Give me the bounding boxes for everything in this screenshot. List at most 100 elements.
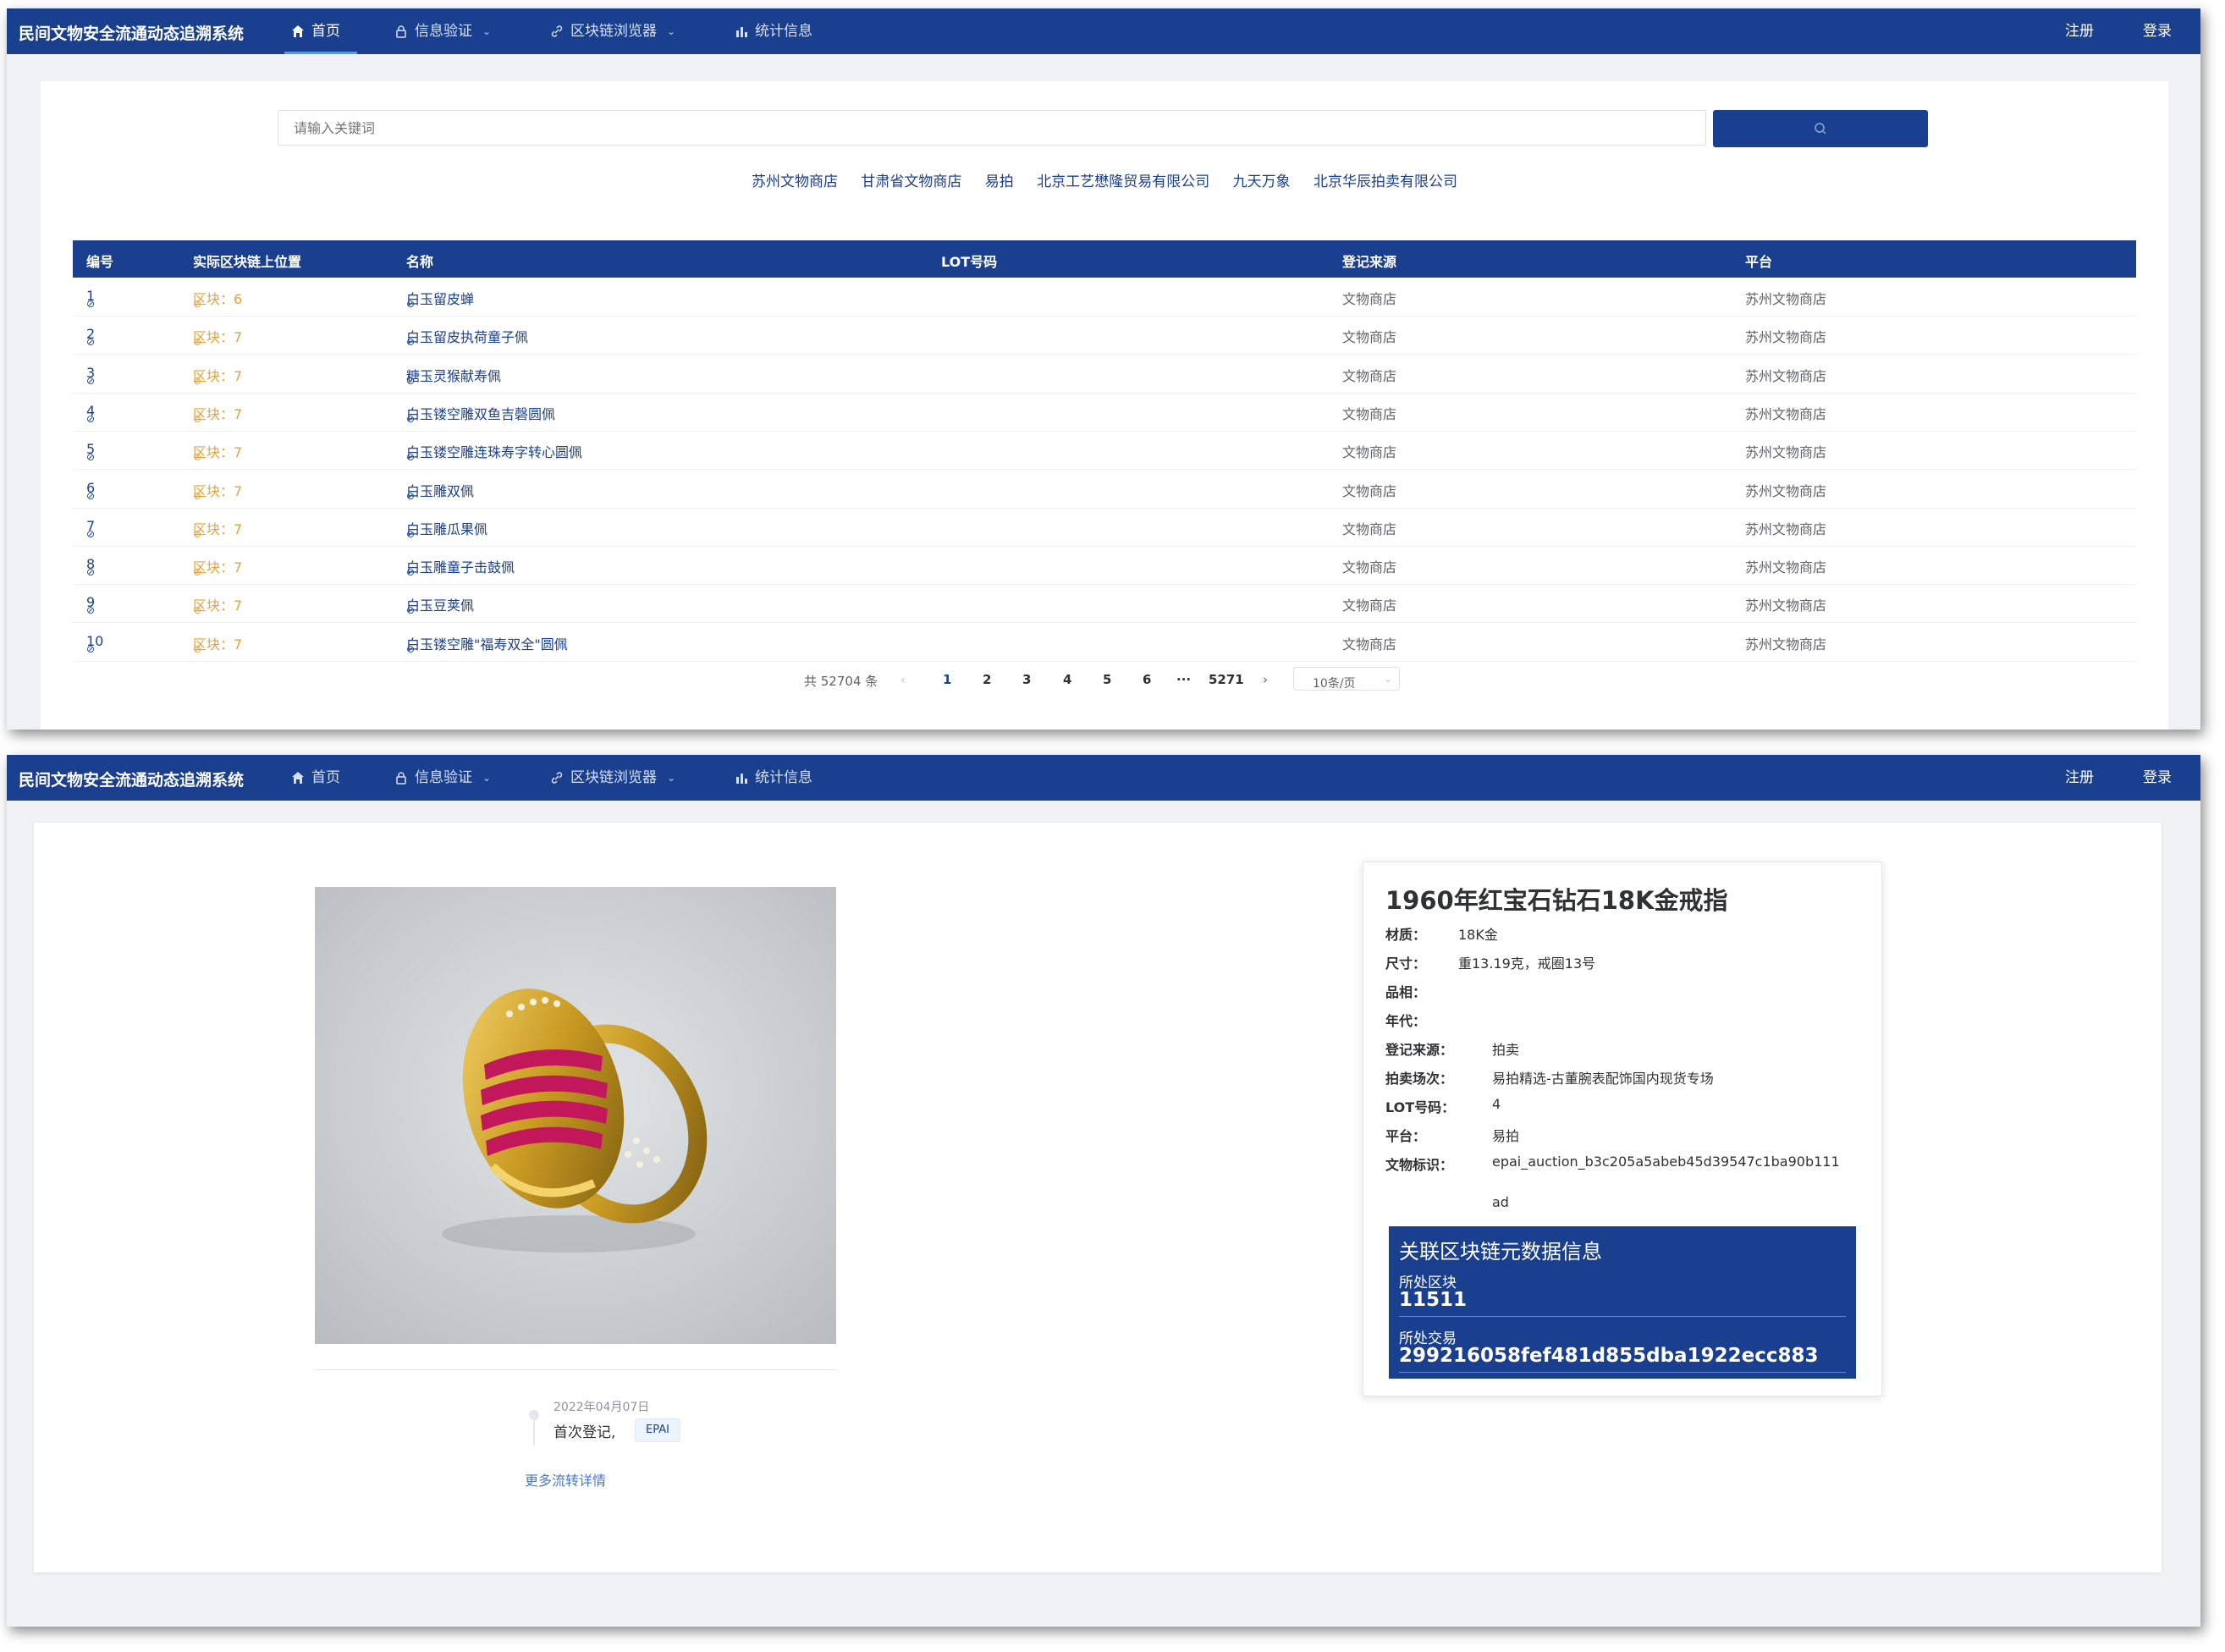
pagination: 共 52704 条 ‹ 1 2 3 4 5 6 ··· 5271 › 10条/页… [41, 667, 2168, 692]
page-ellipsis[interactable]: ··· [1176, 672, 1191, 687]
row-id-link[interactable]: ⊘ 5 [86, 441, 95, 463]
row-block-link[interactable]: ⊘ 区块：7 [193, 633, 242, 655]
row-id-link[interactable]: ⊘ 1 [86, 288, 95, 310]
nav-blockchain-browser[interactable]: 区块链浏览器 ⌄ [550, 8, 675, 54]
search-button[interactable] [1713, 110, 1928, 147]
row-platform: 苏州文物商店 [1745, 480, 1826, 500]
row-id-link[interactable]: ⊘ 6 [86, 480, 95, 502]
nav-statistics[interactable]: 统计信息 [735, 8, 812, 54]
row-id-link[interactable]: ⊘ 3 [86, 365, 95, 387]
row-block-link[interactable]: ⊘ 区块：7 [193, 594, 242, 616]
row-name-link[interactable]: ⊘ 白玉豆荚佩 [406, 594, 474, 616]
nav-blockchain-browser[interactable]: 区块链浏览器 ⌄ [550, 755, 675, 801]
nav-verify[interactable]: 信息验证 ⌄ [394, 8, 491, 54]
row-block-link[interactable]: ⊘ 区块：7 [193, 365, 242, 387]
quick-link[interactable]: 苏州文物商店 [752, 173, 838, 190]
row-platform: 苏州文物商店 [1745, 556, 1826, 576]
link-icon: ⊘ [406, 412, 416, 425]
quick-link[interactable]: 甘肃省文物商店 [861, 173, 961, 190]
row-id-link[interactable]: ⊘ 2 [86, 326, 95, 348]
info-field: 拍卖场次： 易拍精选-古董腕表配饰国内现货专场 [1385, 1067, 1714, 1088]
info-field-label: 登记来源： [1385, 1042, 1454, 1058]
row-platform: 苏州文物商店 [1745, 403, 1826, 423]
brand-title: 民间文物安全流通动态追溯系统 [19, 25, 245, 43]
link-icon: ⊘ [86, 642, 96, 655]
nav-home[interactable]: 首页 [291, 755, 340, 801]
row-block-link[interactable]: ⊘ 区块：7 [193, 403, 242, 425]
page-number[interactable]: 5 [1103, 672, 1111, 687]
table-row: ⊘ 5 ⊘ 区块：7 ⊘ 白玉镂空雕连珠寿字转心圆佩 文物商店 苏州文物商店 [73, 431, 2136, 471]
row-block-link[interactable]: ⊘ 区块：7 [193, 518, 242, 540]
link-icon [551, 25, 563, 37]
link-icon: ⊘ [86, 489, 96, 502]
register-link[interactable]: 注册 [2065, 8, 2094, 54]
row-block-link[interactable]: ⊘ 区块：6 [193, 288, 242, 310]
row-name-link-text: 白玉镂空雕"福寿双全"圆佩 [406, 636, 568, 653]
row-name-link[interactable]: ⊘ 白玉镂空雕双鱼吉磬圆佩 [406, 403, 555, 425]
row-platform-text: 苏州文物商店 [1745, 291, 1827, 307]
page-size-select[interactable]: 10条/页 ⌄ [1293, 667, 1400, 691]
row-id-link[interactable]: ⊘ 7 [86, 518, 95, 540]
info-field-value: 重13.19克，戒圈13号 [1458, 955, 1596, 972]
row-block-link[interactable]: ⊘ 区块：7 [193, 326, 242, 348]
row-block-link[interactable]: ⊘ 区块：7 [193, 480, 242, 502]
row-name-link-text: 白玉镂空雕连珠寿字转心圆佩 [406, 444, 583, 461]
transaction-value: 299216058fef481d855dba1922ecc883 [1399, 1345, 1819, 1367]
quick-link[interactable]: 北京华辰拍卖有限公司 [1314, 173, 1457, 190]
info-field-label: 拍卖场次： [1385, 1071, 1454, 1087]
nav-verify[interactable]: 信息验证 ⌄ [394, 755, 491, 801]
link-icon: ⊘ [86, 336, 96, 349]
page-number[interactable]: 1 [943, 672, 951, 687]
quick-link[interactable]: 九天万象 [1233, 173, 1291, 190]
login-link[interactable]: 登录 [2143, 755, 2172, 801]
row-id-link[interactable]: ⊘ 10 [86, 633, 103, 655]
row-name-link[interactable]: ⊘ 糖玉灵猴献寿佩 [406, 365, 501, 387]
search-input[interactable] [278, 110, 1706, 146]
table-row: ⊘ 8 ⊘ 区块：7 ⊘ 白玉雕童子击鼓佩 文物商店 苏州文物商店 [73, 546, 2136, 586]
next-page-icon[interactable]: › [1263, 672, 1268, 687]
login-link[interactable]: 登录 [2143, 8, 2172, 54]
row-name-link[interactable]: ⊘ 白玉留皮蝉 [406, 288, 474, 310]
more-circulation-link[interactable]: 更多流转详情 [525, 1469, 606, 1490]
pagination-total: 共 52704 条 [804, 674, 878, 689]
row-block-link[interactable]: ⊘ 区块：7 [193, 556, 242, 578]
row-id-link[interactable]: ⊘ 8 [86, 556, 95, 578]
row-platform: 苏州文物商店 [1745, 326, 1826, 346]
row-name-link[interactable]: ⊘ 白玉雕瓜果佩 [406, 518, 488, 540]
info-field-label: LOT号码： [1385, 1099, 1456, 1115]
search-panel: 苏州文物商店 甘肃省文物商店 易拍 北京工艺懋隆贸易有限公司 九天万象 北京华辰… [41, 81, 2168, 730]
page-number[interactable]: 6 [1143, 672, 1151, 687]
row-id-link[interactable]: ⊘ 4 [86, 403, 95, 425]
page-number[interactable]: 4 [1063, 672, 1071, 687]
row-name-link[interactable]: ⊘ 白玉镂空雕"福寿双全"圆佩 [406, 633, 568, 655]
row-name-link-text: 白玉雕瓜果佩 [406, 520, 488, 537]
prev-page-icon[interactable]: ‹ [900, 672, 906, 687]
info-field-value: 18K金 [1458, 927, 1498, 943]
row-name-link[interactable]: ⊘ 白玉雕童子击鼓佩 [406, 556, 515, 578]
link-icon: ⊘ [86, 298, 96, 310]
info-field: LOT号码： 4 [1385, 1096, 1501, 1116]
row-block-link[interactable]: ⊘ 区块：7 [193, 441, 242, 463]
table-row: ⊘ 2 ⊘ 区块：7 ⊘ 白玉留皮执荷童子佩 文物商店 苏州文物商店 [73, 316, 2136, 355]
link-icon: ⊘ [86, 566, 96, 579]
link-icon: ⊘ [193, 642, 202, 655]
row-name-link[interactable]: ⊘ 白玉雕双佩 [406, 480, 474, 502]
nav-verify-label: 信息验证 [415, 769, 472, 786]
search-icon [1815, 123, 1826, 135]
timeline-text: 首次登记, [553, 1424, 616, 1441]
row-name-link[interactable]: ⊘ 白玉留皮执荷童子佩 [406, 326, 528, 348]
quick-link[interactable]: 易拍 [985, 173, 1014, 190]
bar-chart-icon [736, 774, 747, 784]
link-icon: ⊘ [406, 298, 416, 310]
row-id-link[interactable]: ⊘ 9 [86, 594, 95, 616]
page-number[interactable]: 2 [983, 672, 991, 687]
page-number[interactable]: 3 [1022, 672, 1031, 687]
register-link[interactable]: 注册 [2065, 755, 2094, 801]
nav-statistics-label: 统计信息 [755, 769, 812, 786]
nav-home[interactable]: 首页 [284, 8, 357, 54]
row-source-text: 文物商店 [1342, 597, 1397, 614]
row-name-link[interactable]: ⊘ 白玉镂空雕连珠寿字转心圆佩 [406, 441, 583, 463]
nav-statistics[interactable]: 统计信息 [735, 755, 812, 801]
page-number[interactable]: 5271 [1209, 672, 1244, 687]
quick-link[interactable]: 北京工艺懋隆贸易有限公司 [1037, 173, 1209, 190]
